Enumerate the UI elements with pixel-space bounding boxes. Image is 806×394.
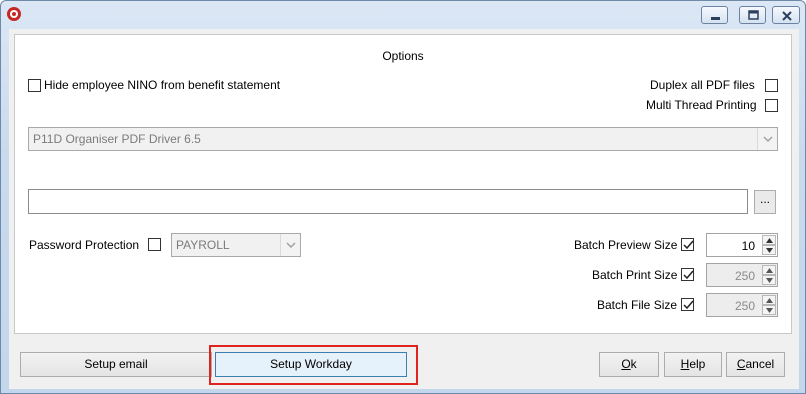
options-panel: Options Hide employee NINO from benefit …: [14, 34, 792, 334]
hide-nino-checkbox[interactable]: [28, 79, 41, 92]
checkmark-icon: [683, 240, 694, 250]
checkmark-icon: [683, 300, 694, 310]
output-path-field[interactable]: [28, 189, 748, 214]
browse-button[interactable]: ...: [754, 190, 776, 214]
batch-print-spinner[interactable]: 250: [706, 263, 778, 287]
batch-file-spinner[interactable]: 250: [706, 293, 778, 317]
pdf-driver-select[interactable]: P11D Organiser PDF Driver 6.5: [28, 127, 778, 151]
close-icon: [782, 11, 792, 21]
minimize-icon: [711, 17, 720, 20]
batch-file-value: 250: [734, 299, 755, 313]
password-protection-checkbox[interactable]: [148, 238, 161, 251]
hide-nino-label: Hide employee NINO from benefit statemen…: [44, 78, 281, 92]
arrow-down-icon: [766, 248, 773, 253]
batch-print-label: Batch Print Size: [592, 268, 678, 282]
panel-title: Options: [382, 49, 424, 63]
spin-up-button[interactable]: [762, 295, 776, 305]
spin-up-button[interactable]: [762, 265, 776, 275]
minimize-button[interactable]: [701, 6, 728, 24]
batch-print-value: 250: [734, 269, 755, 283]
arrow-up-icon: [766, 238, 773, 243]
arrow-down-icon: [766, 278, 773, 283]
spin-down-button[interactable]: [762, 245, 776, 255]
cancel-accelerator: C: [736, 357, 746, 371]
checkmark-icon: [683, 270, 694, 280]
arrow-down-icon: [766, 308, 773, 313]
title-bar[interactable]: [1, 1, 805, 29]
batch-file-checkbox[interactable]: [681, 298, 694, 311]
maximize-button[interactable]: [739, 6, 766, 24]
app-logo-icon: [6, 6, 22, 22]
pdf-driver-dropdown[interactable]: [757, 128, 777, 150]
arrow-up-icon: [766, 268, 773, 273]
batch-preview-spinner[interactable]: 10: [706, 233, 778, 257]
help-button[interactable]: Help: [664, 352, 722, 377]
dialog-body: Options Hide employee NINO from benefit …: [9, 29, 799, 389]
duplex-checkbox[interactable]: [765, 79, 778, 92]
chevron-down-icon: [763, 136, 773, 143]
batch-preview-label: Batch Preview Size: [574, 238, 678, 252]
batch-file-label: Batch File Size: [597, 298, 678, 312]
cancel-button[interactable]: Cancel: [726, 352, 785, 377]
setup-email-button[interactable]: Setup email: [20, 352, 212, 377]
setup-workday-button[interactable]: Setup Workday: [215, 352, 407, 377]
batch-preview-checkbox[interactable]: [681, 238, 694, 251]
arrow-up-icon: [766, 298, 773, 303]
close-button[interactable]: [772, 6, 800, 24]
password-protection-label: Password Protection: [29, 238, 140, 252]
password-select[interactable]: PAYROLL: [171, 233, 301, 257]
maximize-icon: [748, 10, 759, 20]
multithread-checkbox[interactable]: [765, 99, 778, 112]
pdf-driver-value: P11D Organiser PDF Driver 6.5: [33, 132, 201, 146]
spin-up-button[interactable]: [762, 235, 776, 245]
password-value: PAYROLL: [176, 238, 230, 252]
spin-down-button[interactable]: [762, 305, 776, 315]
duplex-label: Duplex all PDF files: [650, 78, 755, 92]
spin-down-button[interactable]: [762, 275, 776, 285]
help-accelerator: H: [680, 357, 690, 371]
chevron-down-icon: [286, 242, 296, 249]
multithread-label: Multi Thread Printing: [646, 98, 757, 112]
password-dropdown[interactable]: [280, 234, 300, 256]
ok-accelerator: O: [621, 357, 631, 371]
batch-preview-value: 10: [741, 239, 755, 253]
batch-print-checkbox[interactable]: [681, 268, 694, 281]
options-window: Options Hide employee NINO from benefit …: [0, 0, 806, 394]
ok-button[interactable]: Ok: [599, 352, 659, 377]
